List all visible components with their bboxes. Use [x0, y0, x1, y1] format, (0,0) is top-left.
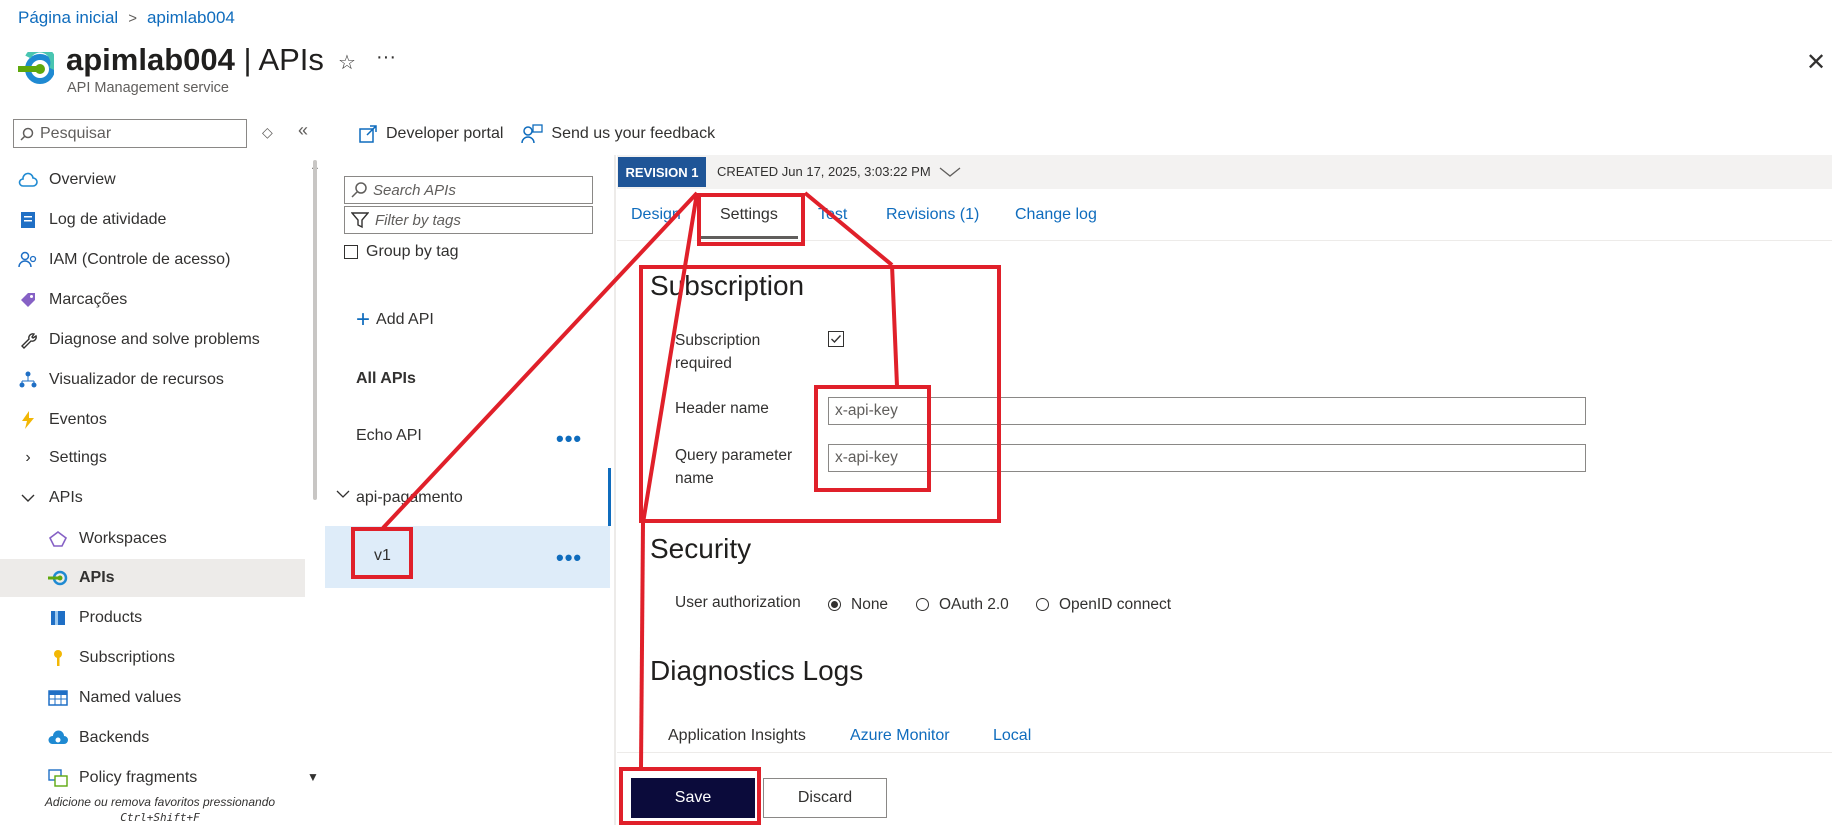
- annotation-connector-lines: [381, 191, 899, 769]
